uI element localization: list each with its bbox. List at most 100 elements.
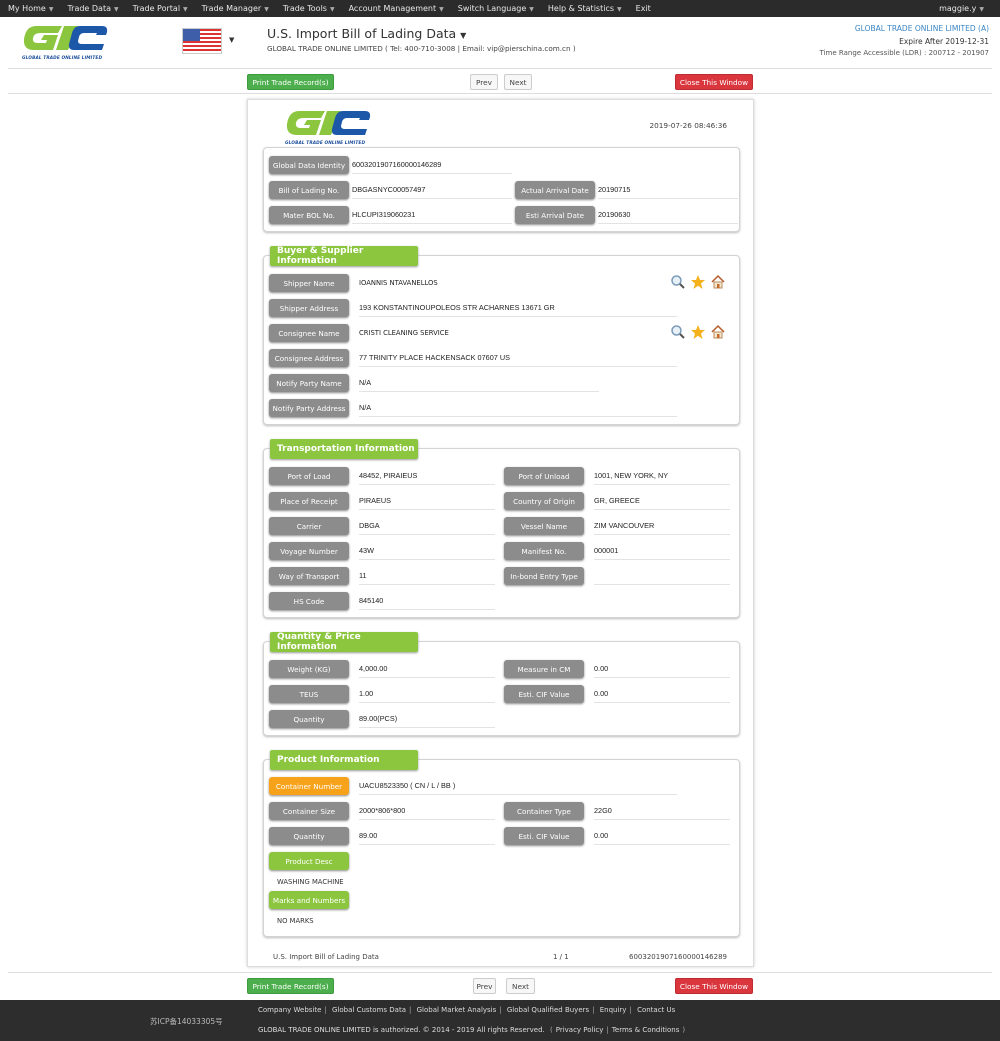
consignee-name-value: CRISTI CLEANING SERVICE — [359, 329, 449, 337]
footer-link-enquiry[interactable]: Enquiry — [600, 1006, 627, 1014]
language-dropdown-caret-icon[interactable]: ▼ — [229, 36, 234, 44]
measure-value: 0.00 — [594, 660, 730, 678]
account-company: GLOBAL TRADE ONLINE LIMITED (A) — [854, 24, 989, 33]
terms-link[interactable]: Terms & Conditions — [612, 1026, 680, 1034]
nav-trade-portal[interactable]: Trade Portal ▼ — [125, 4, 194, 13]
print-button[interactable]: Print Trade Record(s) — [247, 74, 334, 90]
separator: | — [409, 1006, 412, 1014]
inbond-label: In-bond Entry Type — [504, 567, 584, 585]
weight-value: 4,000.00 — [359, 660, 495, 678]
us-flag-icon[interactable] — [182, 28, 222, 54]
caret-down-icon: ▼ — [460, 31, 467, 40]
notify-address-label: Notify Party Address — [269, 399, 349, 417]
way-of-transport-label: Way of Transport — [269, 567, 349, 585]
nav-help-statistics[interactable]: Help & Statistics ▼ — [540, 4, 628, 13]
bol-label: Bill of Lading No. — [269, 181, 349, 199]
origin-value: GR, GREECE — [594, 492, 730, 510]
paren-close: ) — [682, 1026, 686, 1034]
caret-down-icon: ▼ — [617, 6, 622, 13]
close-window-button[interactable]: Close This Window — [675, 74, 753, 90]
star-icon[interactable] — [690, 324, 706, 340]
record-card: GLOBAL TRADE ONLINE LIMITED 2019-07-26 0… — [247, 99, 754, 967]
home-icon[interactable] — [710, 324, 726, 340]
consignee-name-label: Consignee Name — [269, 324, 349, 342]
origin-label: Country of Origin — [504, 492, 584, 510]
hs-code-label: HS Code — [269, 592, 349, 610]
nav-trade-data[interactable]: Trade Data ▼ — [59, 4, 124, 13]
separator: | — [592, 1006, 595, 1014]
teus-label: TEUS — [269, 685, 349, 703]
separator: | — [499, 1006, 502, 1014]
privacy-policy-link[interactable]: Privacy Policy — [556, 1026, 604, 1034]
search-icon[interactable] — [670, 274, 686, 290]
shipper-address-label: Shipper Address — [269, 299, 349, 317]
notify-name-value: N/A — [359, 374, 599, 392]
manifest-label: Manifest No. — [504, 542, 584, 560]
shipper-name-label: Shipper Name — [269, 274, 349, 292]
divider — [8, 68, 992, 69]
product-panel: Product Information Container Number UAC… — [263, 750, 740, 937]
cif-label: Esti. CIF Value — [504, 685, 584, 703]
carrier-label: Carrier — [269, 517, 349, 535]
search-icon[interactable] — [670, 324, 686, 340]
next-button-bottom[interactable]: Next — [506, 978, 535, 994]
vessel-label: Vessel Name — [504, 517, 584, 535]
container-type-value: 22G0 — [594, 802, 730, 820]
hs-code-value: 845140 — [359, 592, 495, 610]
footer-link-global-market-analysis[interactable]: Global Market Analysis — [417, 1006, 497, 1014]
inbond-value — [594, 567, 730, 585]
transportation-panel: Transportation Information Port of Load … — [263, 439, 740, 618]
gto-logo[interactable]: GLOBAL TRADE ONLINE LIMITED — [22, 24, 108, 61]
home-icon[interactable] — [710, 274, 726, 290]
container-type-label: Container Type — [504, 802, 584, 820]
container-size-label: Container Size — [269, 802, 349, 820]
nav-trade-tools[interactable]: Trade Tools ▼ — [275, 4, 341, 13]
voyage-label: Voyage Number — [269, 542, 349, 560]
separator: | — [606, 1026, 609, 1034]
site-footer: 苏ICP备14033305号 Company Website | Global C… — [0, 1000, 1000, 1041]
separator: | — [629, 1006, 632, 1014]
expire-date: Expire After 2019-12-31 — [899, 37, 989, 46]
nav-account-management[interactable]: Account Management ▼ — [341, 4, 450, 13]
footer-link-global-customs-data[interactable]: Global Customs Data — [332, 1006, 406, 1014]
prev-button-bottom[interactable]: Prev — [473, 978, 496, 994]
separator: | — [324, 1006, 327, 1014]
footer-link-company-website[interactable]: Company Website — [258, 1006, 321, 1014]
caret-down-icon: ▼ — [529, 6, 534, 13]
manifest-value: 000001 — [594, 542, 730, 560]
page-title[interactable]: U.S. Import Bill of Lading Data ▼ — [267, 26, 466, 41]
logo-caption: GLOBAL TRADE ONLINE LIMITED — [22, 56, 103, 61]
caret-down-icon: ▼ — [439, 6, 444, 13]
actual-arrival-value: 20190715 — [598, 181, 738, 199]
time-range: Time Range Accessible (LDR) : 200712 - 2… — [819, 49, 989, 57]
consignee-address-label: Consignee Address — [269, 349, 349, 367]
buyer-supplier-panel: Buyer & Supplier Information Shipper Nam… — [263, 246, 740, 425]
paren-open: ( — [549, 1026, 553, 1034]
nav-label: Trade Tools — [282, 4, 327, 13]
footer-link-global-qualified-buyers[interactable]: Global Qualified Buyers — [507, 1006, 589, 1014]
user-menu[interactable]: maggie.y ▼ — [931, 4, 990, 13]
footer-link-contact-us[interactable]: Contact Us — [637, 1006, 675, 1014]
nav-exit[interactable]: Exit — [628, 4, 657, 13]
copyright-text: GLOBAL TRADE ONLINE LIMITED is authorize… — [258, 1026, 545, 1034]
esti-arrival-label: Esti Arrival Date — [515, 206, 595, 224]
header: GLOBAL TRADE ONLINE LIMITED ▼ U.S. Impor… — [0, 17, 1000, 67]
close-window-button-bottom[interactable]: Close This Window — [675, 978, 753, 994]
nav-switch-language[interactable]: Switch Language ▼ — [450, 4, 540, 13]
container-size-value: 2000*806*800 — [359, 802, 495, 820]
print-button-bottom[interactable]: Print Trade Record(s) — [247, 978, 334, 994]
way-of-transport-value: 11 — [359, 567, 495, 585]
star-icon[interactable] — [690, 274, 706, 290]
prev-button[interactable]: Prev — [470, 74, 498, 90]
caret-down-icon: ▼ — [979, 6, 984, 13]
card-footer-page: 1 / 1 — [553, 953, 569, 961]
gto-logo-mark — [23, 26, 108, 50]
next-button[interactable]: Next — [504, 74, 532, 90]
caret-down-icon: ▼ — [48, 6, 54, 13]
panel-title: Quantity & Price Information — [270, 632, 418, 652]
teus-value: 1.00 — [359, 685, 495, 703]
bol-value: DBGASNYC00057497 — [352, 181, 512, 199]
nav-my-home[interactable]: My Home ▼ — [0, 4, 59, 13]
nav-trade-manager[interactable]: Trade Manager ▼ — [194, 4, 275, 13]
divider — [8, 972, 992, 973]
